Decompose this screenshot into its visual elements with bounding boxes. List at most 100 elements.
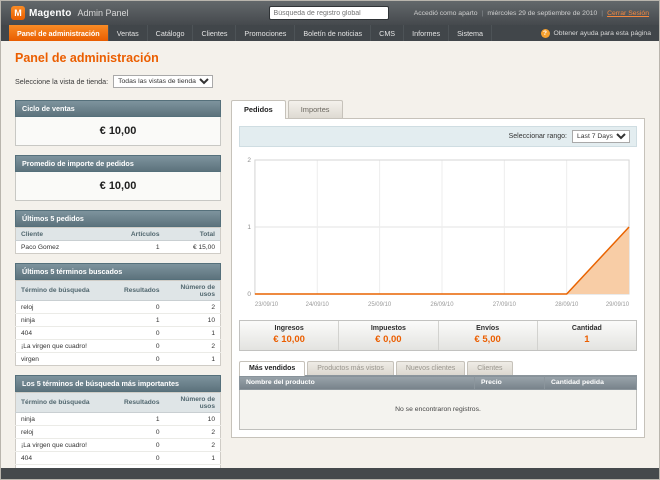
header: M Magento Admin Panel Accedió como apart… bbox=[1, 1, 659, 25]
column-header: Término de búsqueda bbox=[15, 280, 119, 301]
section-title: Ciclo de ventas bbox=[15, 100, 221, 117]
tab-clientes[interactable]: Clientes bbox=[467, 361, 513, 375]
main-nav: Panel de administración Ventas Catálogo … bbox=[1, 25, 659, 41]
logo-text: Magento bbox=[29, 7, 72, 19]
svg-text:28/09/10: 28/09/10 bbox=[555, 302, 579, 308]
last-orders-table: Cliente Artículos Total Paco Gomez 1 € 15,… bbox=[15, 227, 221, 254]
table-row: reloj 0 2 bbox=[15, 300, 221, 314]
store-view-select[interactable]: Todas las vistas de tienda bbox=[113, 75, 214, 88]
stat-label: Impuestos bbox=[370, 325, 406, 332]
footer bbox=[1, 468, 659, 479]
svg-text:24/09/10: 24/09/10 bbox=[306, 302, 330, 308]
section-title: Promedio de importe de pedidos bbox=[15, 155, 221, 172]
stat-envios: Envíos € 5,00 bbox=[437, 321, 537, 350]
table-row: 404 0 1 bbox=[15, 451, 221, 465]
range-selector-row: Seleccionar rango: Last 7 Days bbox=[239, 126, 637, 147]
page-help-link[interactable]: ? Obtener ayuda para esta página bbox=[540, 25, 652, 41]
column-header: Número de usos bbox=[164, 280, 221, 301]
nav-item-cms[interactable]: CMS bbox=[371, 25, 405, 41]
average-order-value: € 10,00 bbox=[15, 172, 221, 201]
table-row: ¡La virgen que cuadro! 0 2 bbox=[15, 339, 221, 353]
magento-logo: M Magento Admin Panel bbox=[11, 6, 129, 20]
last-search-terms-table: Término de búsqueda Resultados Número de… bbox=[15, 280, 221, 366]
totals-bar: Ingresos € 10,00 Impuestos € 0,00 Envíos… bbox=[239, 320, 637, 351]
svg-text:27/09/10: 27/09/10 bbox=[493, 302, 517, 308]
table-row: ninja 1 10 bbox=[15, 412, 221, 426]
column-header: Término de búsqueda bbox=[15, 392, 119, 413]
nav-item-informes[interactable]: Informes bbox=[404, 25, 450, 41]
page-title: Panel de administración bbox=[15, 51, 159, 65]
nav-item-ventas[interactable]: Ventas bbox=[109, 25, 148, 41]
content-area: Panel de administración Seleccione la vi… bbox=[1, 41, 659, 468]
chart-tabs: Pedidos Importes bbox=[231, 100, 645, 119]
stat-value: € 10,00 bbox=[273, 334, 305, 345]
column-header: Resultados bbox=[118, 392, 165, 413]
last-search-terms-section: Últimos 5 términos buscados Término de b… bbox=[15, 263, 221, 366]
help-label: Obtener ayuda para esta página bbox=[553, 29, 652, 37]
column-header: Resultados bbox=[118, 280, 165, 301]
svg-text:25/09/10: 25/09/10 bbox=[368, 302, 392, 308]
nav-item-dashboard[interactable]: Panel de administración bbox=[9, 25, 109, 41]
store-view-switcher: Seleccione la vista de tienda: Todas las… bbox=[15, 75, 645, 88]
table-row: Paco Gomez 1 € 15,00 bbox=[21, 243, 215, 251]
empty-grid-message: No se encontraron registros. bbox=[239, 389, 637, 430]
orders-area-chart: 0 1 2 23/09/10 24/09/10 25/09/10 26/09/10 27/09… bbox=[247, 157, 630, 308]
nav-item-boletin[interactable]: Boletín de noticias bbox=[295, 25, 372, 41]
top-search-terms-table: Término de búsqueda Resultados Número de… bbox=[15, 392, 221, 468]
stat-label: Cantidad bbox=[571, 325, 602, 332]
current-date-text: miércoles 29 de septiembre de 2010 bbox=[487, 9, 598, 17]
bottom-tabs: Más vendidos Productos más vistos Nuevos… bbox=[239, 361, 637, 376]
svg-text:26/09/10: 26/09/10 bbox=[430, 302, 454, 308]
logged-in-as-text: Accedió como aparto bbox=[413, 9, 478, 17]
store-view-label: Seleccione la vista de tienda: bbox=[15, 77, 109, 86]
chart-panel: Seleccionar rango: Last 7 Days 0 1 2 23/09/… bbox=[231, 118, 645, 438]
last-orders-section: Últimos 5 pedidos Cliente Artículos Tota… bbox=[15, 210, 221, 254]
tab-productos-mas-vistos[interactable]: Productos más vistos bbox=[307, 361, 394, 375]
top-search-terms-section: Los 5 términos de búsqueda más important… bbox=[15, 375, 221, 468]
dashboard-columns: Ciclo de ventas € 10,00 Promedio de impo… bbox=[15, 100, 645, 468]
tab-importes[interactable]: Importes bbox=[287, 100, 343, 118]
magento-admin-page: M Magento Admin Panel Accedió como apart… bbox=[0, 0, 660, 480]
tab-mas-vendidos[interactable]: Más vendidos bbox=[239, 361, 306, 376]
orders-chart-container: 0 1 2 23/09/10 24/09/10 25/09/10 26/09/10 27/09… bbox=[239, 154, 637, 312]
table-row: 404 0 1 bbox=[15, 326, 221, 340]
table-row: reloj 0 2 bbox=[15, 425, 221, 439]
logout-link[interactable]: Cerrar Sesión bbox=[607, 10, 649, 17]
table-row: virgen 0 1 bbox=[21, 355, 215, 363]
svg-text:2: 2 bbox=[247, 157, 251, 164]
section-title: Últimos 5 pedidos bbox=[15, 210, 221, 227]
help-icon: ? bbox=[540, 28, 550, 38]
section-title: Los 5 términos de búsqueda más important… bbox=[15, 375, 221, 392]
range-label: Seleccionar rango: bbox=[508, 133, 567, 140]
separator: | bbox=[601, 9, 604, 17]
nav-item-clientes[interactable]: Clientes bbox=[193, 25, 237, 41]
column-header: Artículos bbox=[120, 227, 165, 241]
tab-pedidos[interactable]: Pedidos bbox=[231, 100, 286, 119]
grid-column-producto[interactable]: Nombre del producto bbox=[239, 375, 475, 390]
nav-item-promociones[interactable]: Promociones bbox=[236, 25, 296, 41]
nav-item-sistema[interactable]: Sistema bbox=[449, 25, 493, 41]
stat-value: € 0,00 bbox=[375, 334, 402, 345]
right-column: Pedidos Importes Seleccionar rango: Last… bbox=[231, 100, 645, 438]
grid-column-precio[interactable]: Precio bbox=[474, 375, 545, 390]
global-search-input[interactable] bbox=[268, 6, 389, 20]
section-title: Últimos 5 términos buscados bbox=[15, 263, 221, 280]
stat-label: Ingresos bbox=[274, 325, 304, 332]
column-header: Cliente bbox=[15, 227, 121, 241]
user-info: Accedió como aparto | miércoles 29 de se… bbox=[414, 10, 649, 17]
column-header: Total bbox=[164, 227, 221, 241]
stat-label: Envíos bbox=[476, 325, 500, 332]
column-header: Número de usos bbox=[164, 392, 221, 413]
left-column: Ciclo de ventas € 10,00 Promedio de impo… bbox=[15, 100, 221, 468]
svg-text:23/09/10: 23/09/10 bbox=[255, 302, 279, 308]
stat-value: 1 bbox=[584, 334, 590, 345]
svg-text:0: 0 bbox=[247, 291, 251, 298]
range-select[interactable]: Last 7 Days bbox=[572, 130, 630, 143]
stat-value: € 5,00 bbox=[474, 334, 501, 345]
svg-text:29/09/10: 29/09/10 bbox=[606, 302, 630, 308]
grid-column-cantidad[interactable]: Cantidad pedida bbox=[544, 375, 637, 390]
logo-subtitle: Admin Panel bbox=[77, 8, 129, 18]
nav-item-catalogo[interactable]: Catálogo bbox=[148, 25, 194, 41]
tab-nuevos-clientes[interactable]: Nuevos clientes bbox=[395, 361, 466, 375]
table-row: ¡La virgen que cuadro! 0 2 bbox=[15, 438, 221, 452]
